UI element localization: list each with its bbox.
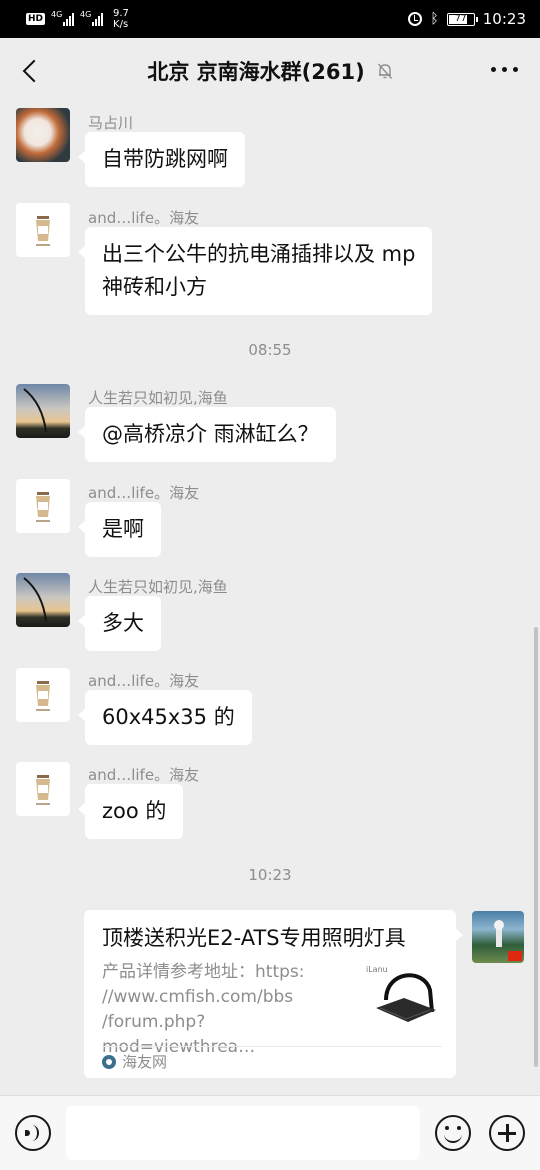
link-card-description: 产品详情参考地址：https: //www.cmfish.com/bbs /fo… [102,962,305,1057]
message-row: and…life。海友 出三个公牛的抗电涌插排以及 mp 神砖和小方 [16,203,516,315]
message-row: and…life。海友 zoo 的 [16,762,516,842]
sender-name: and…life。海友 [88,209,200,227]
battery-level: 77 [455,13,467,24]
speed-value: 9.7 [113,8,129,19]
status-bar: HD 4G 4G 9.7 K/s ᛒ 77 10:23 [0,0,540,38]
message-row: and…life。海友 是啊 [16,479,516,559]
thumbnail-brand-text: iLanu [366,965,388,974]
sender-name: and…life。海友 [88,766,200,784]
message-bubble[interactable]: 60x45x35 的 [78,690,252,745]
time-divider: 08:55 [248,341,292,359]
message-input[interactable] [66,1106,420,1160]
sunset-image [23,577,47,622]
voice-icon[interactable] [15,1115,51,1151]
emoji-icon[interactable] [435,1115,471,1151]
sender-name: 人生若只如初见,海鱼 [88,578,228,596]
sunset-avatar[interactable] [16,384,70,438]
cup-avatar[interactable] [16,668,70,722]
message-bubble[interactable]: 出三个公牛的抗电涌插排以及 mp 神砖和小方 [77,227,433,315]
sunset-image [23,388,47,433]
signal-icon: 4G [51,10,75,26]
sender-name: and…life。海友 [88,484,200,502]
message-bubble[interactable]: 多大 [78,596,161,651]
hd-badge: HD [26,13,46,25]
network-speed: 9.7 K/s [113,8,129,30]
battery-icon: 77 [446,12,478,26]
sender-name: 人生若只如初见,海鱼 [88,389,228,407]
message-row: 人生若只如初见,海鱼 多大 [16,573,516,653]
network-type-label: 4G [51,10,63,19]
back-icon[interactable] [20,59,42,83]
sender-name: 马占川 [88,114,134,132]
cup-icon [36,492,50,522]
bluetooth-icon: ᛒ [430,11,439,27]
sender-name: and…life。海友 [88,672,200,690]
link-card-message[interactable]: 顶楼送积光E2-ATS专用照明灯具 产品详情参考地址：https: //www.… [84,910,463,1078]
cup-avatar[interactable] [16,762,70,816]
mute-icon [377,63,392,79]
sunset-avatar[interactable] [16,573,70,627]
message-row: and…life。海友 60x45x35 的 [16,668,516,748]
message-bubble[interactable]: 是啊 [78,502,161,557]
message-bubble[interactable]: 自带防跳网啊 [78,132,245,187]
status-left: HD 4G 4G 9.7 K/s [26,8,129,30]
more-options-icon[interactable] [491,67,518,72]
status-time: 10:23 [482,10,526,28]
chat-title: 北京 京南海水群(261) [147,60,365,84]
time-divider: 10:23 [248,866,292,884]
link-card-thumbnail: iLanu [364,960,442,1032]
message-row: 人生若只如初见,海鱼 @高桥凉介 雨淋缸么？ [16,384,516,464]
network-type-label: 4G [80,10,92,19]
speed-unit: K/s [113,19,129,30]
chat-header: 北京 京南海水群(261) [0,38,540,104]
cup-icon [36,681,50,711]
my-avatar[interactable] [472,911,524,963]
alarm-icon [408,12,423,26]
cup-avatar[interactable] [16,479,70,533]
signal-icon: 4G [80,10,104,26]
source-name: 海友网 [122,1053,168,1071]
flag-icon [508,951,522,961]
link-card-source: 海友网 [102,1051,167,1072]
input-bar [0,1095,540,1170]
message-bubble[interactable]: zoo 的 [77,784,184,839]
cup-icon [36,775,50,805]
scrollbar[interactable] [534,627,538,1067]
light-fixture-image: iLanu [366,965,436,1022]
fish-avatar[interactable] [16,108,70,162]
cup-avatar[interactable] [16,203,70,257]
link-card-divider [102,1046,442,1047]
plus-icon[interactable] [489,1115,525,1151]
status-right: ᛒ 77 10:23 [408,10,526,28]
link-card-title: 顶楼送积光E2-ATS专用照明灯具 [102,926,406,950]
message-bubble[interactable]: @高桥凉介 雨淋缸么？ [78,407,336,462]
message-row: 马占川 自带防跳网啊 [16,108,516,188]
cup-icon [36,216,50,246]
source-app-icon [102,1054,116,1069]
